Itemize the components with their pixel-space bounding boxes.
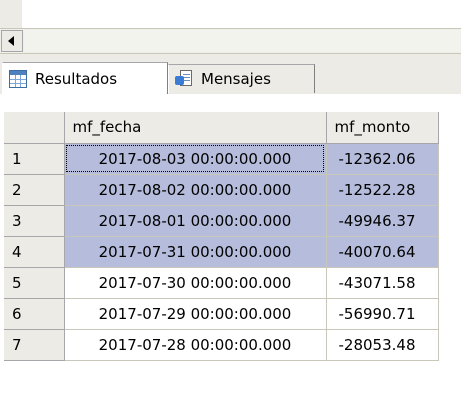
cell-mf-monto[interactable]: -56990.71 — [326, 298, 439, 330]
results-table: mf_fecha mf_monto 1 2017-08-03 00:00:00.0… — [4, 112, 439, 361]
table-row[interactable]: 5 2017-07-30 00:00:00.000 -43071.58 — [4, 267, 439, 299]
cell-mf-monto[interactable]: -40070.64 — [326, 236, 439, 268]
column-header-mf-fecha[interactable]: mf_fecha — [64, 112, 327, 144]
results-grid: mf_fecha mf_monto 1 2017-08-03 00:00:00.0… — [0, 94, 461, 398]
tab-messages-label: Mensajes — [201, 70, 271, 88]
top-area — [0, 0, 461, 28]
row-number[interactable]: 3 — [4, 205, 65, 237]
column-header-mf-monto[interactable]: mf_monto — [326, 112, 439, 144]
row-number[interactable]: 6 — [4, 298, 65, 330]
row-number[interactable]: 5 — [4, 267, 65, 299]
table-row[interactable]: 2 2017-08-02 00:00:00.000 -12522.28 — [4, 174, 439, 206]
table-row[interactable]: 3 2017-08-01 00:00:00.000 -49946.37 — [4, 205, 439, 237]
row-number[interactable]: 2 — [4, 174, 65, 206]
grid-body: 1 2017-08-03 00:00:00.000 -12362.06 2 2017-0… — [4, 143, 439, 361]
table-row[interactable]: 4 2017-07-31 00:00:00.000 -40070.64 — [4, 236, 439, 268]
cell-mf-monto[interactable]: -12362.06 — [326, 143, 439, 175]
top-left-gutter — [0, 0, 22, 28]
left-arrow-icon — [8, 36, 14, 46]
row-number[interactable]: 7 — [4, 329, 65, 361]
cell-mf-monto[interactable]: -12522.28 — [326, 174, 439, 206]
tab-results[interactable]: Resultados — [2, 62, 168, 94]
table-row[interactable]: 7 2017-07-28 00:00:00.000 -28053.48 — [4, 329, 439, 361]
cell-mf-monto[interactable]: -49946.37 — [326, 205, 439, 237]
cell-mf-fecha[interactable]: 2017-08-02 00:00:00.000 — [64, 174, 327, 206]
grid-icon — [9, 69, 27, 88]
cell-mf-fecha[interactable]: 2017-07-29 00:00:00.000 — [64, 298, 327, 330]
header-row: mf_fecha mf_monto — [4, 112, 439, 144]
cell-mf-fecha[interactable]: 2017-08-03 00:00:00.000 — [64, 143, 327, 175]
cell-mf-monto[interactable]: -28053.48 — [326, 329, 439, 361]
row-number[interactable]: 1 — [4, 143, 65, 175]
cell-mf-fecha[interactable]: 2017-07-28 00:00:00.000 — [64, 329, 327, 361]
cell-mf-fecha[interactable]: 2017-07-30 00:00:00.000 — [64, 267, 327, 299]
messages-icon — [175, 70, 193, 88]
tab-messages[interactable]: Mensajes — [168, 64, 315, 93]
horizontal-scrollbar[interactable] — [0, 28, 461, 54]
table-row[interactable]: 1 2017-08-03 00:00:00.000 -12362.06 — [4, 143, 439, 175]
corner-cell[interactable] — [4, 112, 65, 144]
scroll-left-button[interactable] — [1, 30, 23, 52]
result-tabs: Resultados Mensajes — [0, 54, 461, 94]
table-row[interactable]: 6 2017-07-29 00:00:00.000 -56990.71 — [4, 298, 439, 330]
tab-results-label: Resultados — [35, 69, 118, 88]
cell-mf-fecha[interactable]: 2017-07-31 00:00:00.000 — [64, 236, 327, 268]
row-number[interactable]: 4 — [4, 236, 65, 268]
cell-mf-fecha[interactable]: 2017-08-01 00:00:00.000 — [64, 205, 327, 237]
cell-mf-monto[interactable]: -43071.58 — [326, 267, 439, 299]
scrollbar-track[interactable] — [24, 30, 460, 52]
